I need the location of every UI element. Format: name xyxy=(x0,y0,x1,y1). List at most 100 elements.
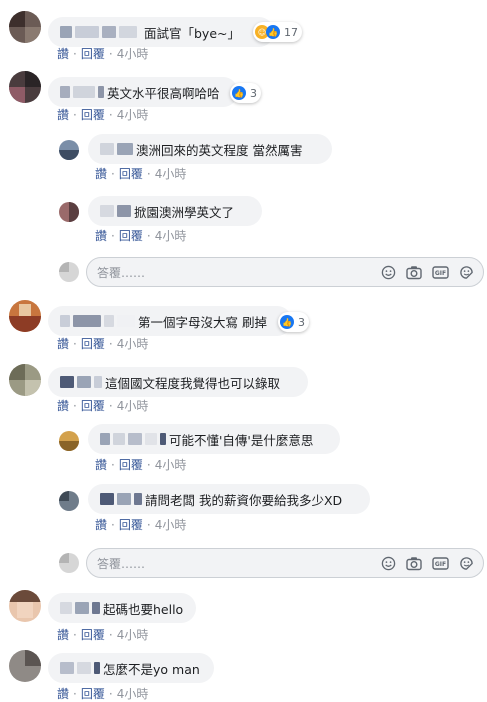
gif-icon[interactable]: GIF xyxy=(431,554,449,572)
separator: · xyxy=(73,398,77,413)
reply-link[interactable]: 回覆 xyxy=(119,165,143,182)
commenter-name-redacted[interactable] xyxy=(60,662,103,674)
separator: · xyxy=(108,46,113,61)
avatar[interactable] xyxy=(9,71,41,103)
commenter-name-redacted[interactable] xyxy=(100,205,134,217)
commenter-name-redacted[interactable] xyxy=(60,315,138,327)
like-link[interactable]: 讚 xyxy=(57,335,69,352)
reply-placeholder: 答覆…… xyxy=(97,265,146,280)
comment-bubble: 怎麼不是yo man xyxy=(48,653,214,683)
like-link[interactable]: 讚 xyxy=(95,165,107,182)
like-link[interactable]: 讚 xyxy=(57,106,69,123)
reply-link[interactable]: 回覆 xyxy=(81,685,105,702)
reply-link[interactable]: 回覆 xyxy=(119,516,143,533)
separator: · xyxy=(146,457,151,472)
commenter-name-redacted[interactable] xyxy=(100,143,136,155)
reply-link[interactable]: 回覆 xyxy=(81,335,105,352)
comment-text: 英文水平很高啊哈哈 xyxy=(107,85,220,101)
reply-link[interactable]: 回覆 xyxy=(81,397,105,414)
comment-bubble: 面試官「bye~」 xyxy=(48,17,274,47)
commenter-name-redacted[interactable] xyxy=(60,26,140,38)
like-icon: 👍 xyxy=(266,25,280,39)
comment-bubble: 起碼也要hello xyxy=(48,593,196,623)
timestamp[interactable]: 4小時 xyxy=(155,516,187,533)
separator: · xyxy=(73,686,77,701)
reply-bubble: 可能不懂'自傳'是什麼意思 xyxy=(88,424,340,454)
commenter-name-redacted[interactable] xyxy=(60,86,107,98)
comment-bubble: 第一個字母沒大寫 刷掉 xyxy=(48,306,292,336)
like-link[interactable]: 讚 xyxy=(95,516,107,533)
comment-text: 這個國文程度我覺得也可以錄取 xyxy=(105,375,281,391)
separator: · xyxy=(111,517,115,532)
avatar[interactable] xyxy=(9,364,41,396)
avatar[interactable] xyxy=(59,202,79,222)
camera-icon[interactable] xyxy=(405,263,423,281)
separator: · xyxy=(111,166,115,181)
timestamp[interactable]: 4小時 xyxy=(155,227,187,244)
reply-link[interactable]: 回覆 xyxy=(119,456,143,473)
like-link[interactable]: 讚 xyxy=(95,456,107,473)
separator: · xyxy=(146,517,151,532)
avatar[interactable] xyxy=(59,431,79,451)
separator: · xyxy=(108,336,113,351)
sticker-icon[interactable] xyxy=(457,554,475,572)
gif-icon[interactable]: GIF xyxy=(431,263,449,281)
comment-text: 第一個字母沒大寫 刷掉 xyxy=(138,314,267,330)
smiley-icon[interactable] xyxy=(379,263,397,281)
reply-bubble: 澳洲回來的英文程度 當然厲害 xyxy=(88,134,332,164)
comment-bubble: 英文水平很高啊哈哈 xyxy=(48,77,238,107)
sticker-icon[interactable] xyxy=(457,263,475,281)
reaction-summary[interactable]: 👍 3 xyxy=(230,83,261,103)
avatar[interactable] xyxy=(59,491,79,511)
svg-text:GIF: GIF xyxy=(434,270,445,277)
like-link[interactable]: 讚 xyxy=(57,626,69,643)
avatar[interactable] xyxy=(9,300,41,332)
reply-input[interactable]: 答覆…… GIF xyxy=(86,548,484,578)
timestamp[interactable]: 4小時 xyxy=(117,397,149,414)
timestamp[interactable]: 4小時 xyxy=(117,335,149,352)
camera-icon[interactable] xyxy=(405,554,423,572)
timestamp[interactable]: 4小時 xyxy=(117,626,149,643)
avatar[interactable] xyxy=(9,650,41,682)
separator: · xyxy=(111,457,115,472)
current-user-avatar xyxy=(59,553,79,573)
commenter-name-redacted[interactable] xyxy=(60,376,105,388)
smiley-icon[interactable] xyxy=(379,554,397,572)
timestamp[interactable]: 4小時 xyxy=(117,106,149,123)
reply-link[interactable]: 回覆 xyxy=(81,45,105,62)
reply-link[interactable]: 回覆 xyxy=(81,626,105,643)
timestamp[interactable]: 4小時 xyxy=(117,45,149,62)
separator: · xyxy=(108,686,113,701)
timestamp[interactable]: 4小時 xyxy=(117,685,149,702)
avatar[interactable] xyxy=(9,11,41,43)
reaction-summary[interactable]: ☺ 👍 17 xyxy=(253,22,302,42)
reply-input[interactable]: 答覆…… GIF xyxy=(86,257,484,287)
reply-bubble: 掀園澳洲學英文了 xyxy=(88,196,262,226)
reaction-summary[interactable]: 👍 3 xyxy=(278,312,309,332)
like-icon: 👍 xyxy=(280,315,294,329)
like-link[interactable]: 讚 xyxy=(57,45,69,62)
timestamp[interactable]: 4小時 xyxy=(155,165,187,182)
separator: · xyxy=(146,228,151,243)
avatar[interactable] xyxy=(59,140,79,160)
reply-placeholder: 答覆…… xyxy=(97,556,146,571)
like-icon: 👍 xyxy=(232,86,246,100)
like-link[interactable]: 讚 xyxy=(57,685,69,702)
like-link[interactable]: 讚 xyxy=(57,397,69,414)
reaction-count: 3 xyxy=(298,315,305,329)
separator: · xyxy=(111,228,115,243)
separator: · xyxy=(108,107,113,122)
comment-bubble: 這個國文程度我覺得也可以錄取 xyxy=(48,367,308,397)
reply-link[interactable]: 回覆 xyxy=(81,106,105,123)
timestamp[interactable]: 4小時 xyxy=(155,456,187,473)
commenter-name-redacted[interactable] xyxy=(100,433,169,445)
comment-text: 面試官「bye~」 xyxy=(144,25,240,41)
avatar[interactable] xyxy=(9,590,41,622)
like-link[interactable]: 讚 xyxy=(95,227,107,244)
svg-text:GIF: GIF xyxy=(434,561,445,568)
separator: · xyxy=(73,336,77,351)
commenter-name-redacted[interactable] xyxy=(60,602,103,614)
separator: · xyxy=(73,46,77,61)
commenter-name-redacted[interactable] xyxy=(100,493,145,505)
reply-link[interactable]: 回覆 xyxy=(119,227,143,244)
